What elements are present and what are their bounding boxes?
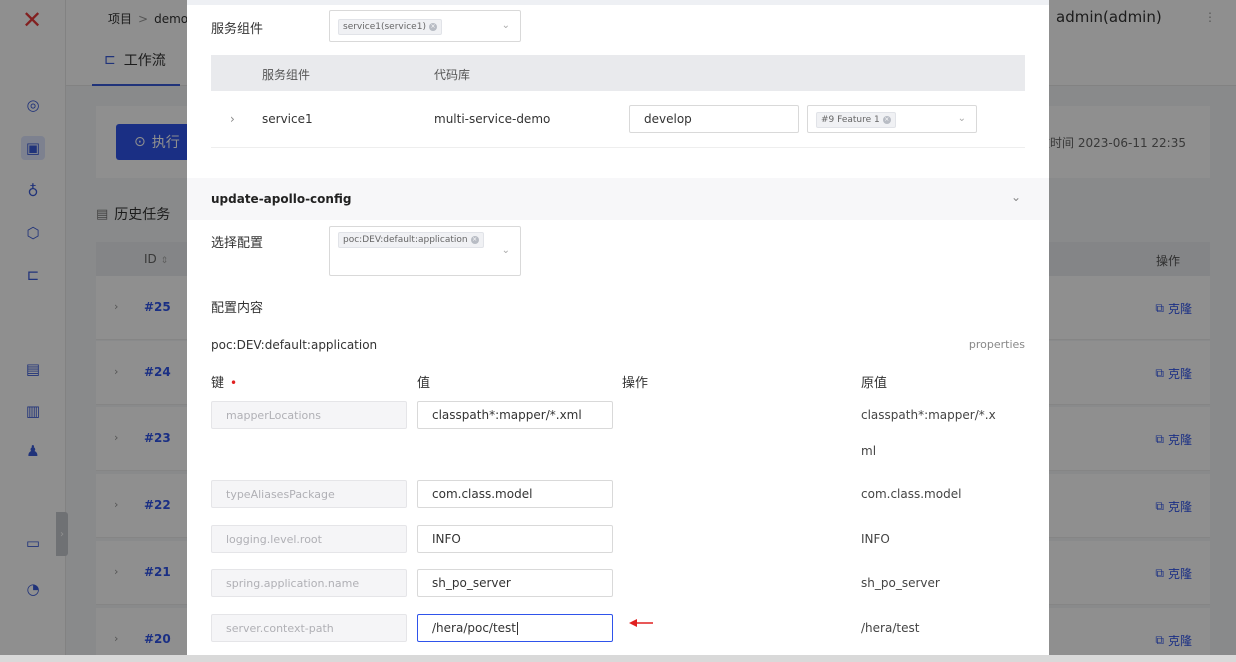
chevron-down-icon: ⌄ — [501, 245, 510, 256]
original-value-line: ml — [861, 444, 877, 458]
config-value-input[interactable]: sh_po_server — [417, 569, 613, 597]
chevron-down-icon: ⌄ — [957, 113, 966, 124]
config-select[interactable]: poc:DEV:default:application × ⌄ — [329, 226, 521, 276]
config-name: poc:DEV:default:application — [211, 338, 378, 352]
original-value: com.class.model — [861, 487, 962, 501]
branch-input[interactable]: develop — [629, 105, 799, 133]
pr-select[interactable]: #9 Feature 1 × ⌄ — [807, 105, 977, 133]
apollo-section-header[interactable]: update-apollo-config ⌄ — [187, 178, 1049, 220]
selected-tag-label: service1(service1) — [343, 22, 426, 32]
service-name: service1 — [262, 112, 313, 126]
original-value: classpath*:mapper/*.x ml — [861, 398, 996, 468]
column-service: 服务组件 — [262, 68, 311, 82]
red-arrow-icon — [629, 619, 653, 627]
text-cursor — [517, 622, 519, 635]
original-value: sh_po_server — [861, 576, 940, 590]
config-format: properties — [968, 338, 1025, 351]
config-key-input: server.context-path — [211, 614, 407, 642]
tag-close-icon[interactable]: × — [470, 236, 479, 244]
selected-config-tag: poc:DEV:default:application × — [338, 232, 484, 248]
column-original: 原值 — [861, 376, 888, 391]
bottom-strip — [0, 655, 1236, 662]
tag-close-icon[interactable]: × — [882, 116, 891, 124]
config-value-input[interactable]: com.class.model — [417, 480, 613, 508]
required-mark: • — [230, 376, 238, 390]
service-table-header: 服务组件 代码库 — [211, 55, 1025, 91]
repo-name: multi-service-demo — [434, 112, 551, 126]
service-component-label: 服务组件 — [211, 22, 264, 37]
tag-close-icon[interactable]: × — [428, 23, 437, 31]
column-repo: 代码库 — [434, 68, 471, 82]
original-value: /hera/test — [861, 621, 920, 635]
pr-tag: #9 Feature 1 × — [816, 112, 896, 128]
selected-config-tag-label: poc:DEV:default:application — [343, 235, 468, 245]
run-workflow-modal: 服务组件 service1(service1) × ⌄ 服务组件 代码库 › s… — [187, 0, 1049, 655]
chevron-down-icon: ⌄ — [501, 20, 510, 31]
config-key-input: mapperLocations — [211, 401, 407, 429]
column-value: 值 — [417, 376, 431, 391]
config-key-input: typeAliasesPackage — [211, 480, 407, 508]
chevron-down-icon[interactable]: ⌄ — [1011, 190, 1021, 204]
config-content-label: 配置内容 — [211, 301, 264, 316]
config-value-input[interactable]: INFO — [417, 525, 613, 553]
config-key-input: logging.level.root — [211, 525, 407, 553]
selected-tag: service1(service1) × — [338, 19, 442, 35]
config-key-input: spring.application.name — [211, 569, 407, 597]
column-op: 操作 — [622, 376, 649, 391]
service-component-select[interactable]: service1(service1) × ⌄ — [329, 10, 521, 42]
pr-tag-label: #9 Feature 1 — [821, 115, 880, 125]
service-table-row: › service1 multi-service-demo develop #9… — [211, 91, 1025, 148]
config-value-input-focused[interactable]: /hera/poc/test — [417, 614, 613, 642]
modal-top-edge — [187, 0, 1049, 5]
apollo-section-title: update-apollo-config — [211, 192, 352, 206]
select-config-label: 选择配置 — [211, 236, 264, 251]
expand-icon[interactable]: › — [230, 112, 235, 126]
original-value-line: classpath*:mapper/*.x — [861, 408, 996, 422]
config-value-input[interactable]: classpath*:mapper/*.xml — [417, 401, 613, 429]
column-key: 键 • — [211, 376, 238, 391]
config-value-text: /hera/poc/test — [432, 621, 517, 635]
original-value: INFO — [861, 532, 890, 546]
